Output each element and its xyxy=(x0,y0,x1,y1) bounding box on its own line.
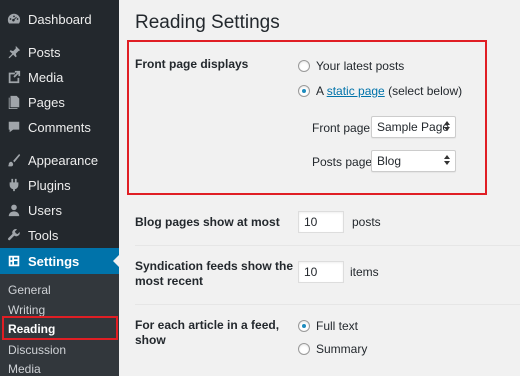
brush-icon xyxy=(6,152,22,168)
sidebar-item-appearance[interactable]: Appearance xyxy=(0,149,119,171)
static-prefix: A xyxy=(316,84,324,98)
section-divider xyxy=(135,304,520,305)
sidebar-item-label: Pages xyxy=(28,94,65,110)
submenu-item-discussion[interactable]: Discussion xyxy=(8,343,66,357)
pin-icon xyxy=(6,44,22,60)
syndication-input[interactable]: 10 xyxy=(298,261,344,283)
radio-summary[interactable] xyxy=(298,343,310,355)
feed-article-label-line1: For each article in a feed, xyxy=(135,318,280,332)
media-icon xyxy=(6,69,22,85)
sidebar-item-settings[interactable]: Settings xyxy=(0,248,119,274)
sidebar-item-label: Plugins xyxy=(28,177,71,193)
select-arrows-icon xyxy=(444,155,450,165)
radio-summary-label[interactable]: Summary xyxy=(316,342,367,356)
submenu-item-writing[interactable]: Writing xyxy=(8,303,45,317)
posts-page-select-label: Posts page: xyxy=(312,155,376,169)
radio-static-page-label[interactable]: A static page (select below) xyxy=(316,84,462,98)
blog-pages-suffix: posts xyxy=(352,215,381,229)
radio-latest-posts-label[interactable]: Your latest posts xyxy=(316,59,404,73)
sidebar-item-label: Appearance xyxy=(28,152,99,168)
front-page-select[interactable]: Sample Page xyxy=(371,116,456,138)
blog-pages-input[interactable]: 10 xyxy=(298,211,344,233)
sidebar-item-plugins[interactable]: Plugins xyxy=(0,174,119,196)
sidebar-item-tools[interactable]: Tools xyxy=(0,224,119,246)
blog-pages-label: Blog pages show at most xyxy=(135,215,280,229)
posts-page-select[interactable]: Blog xyxy=(371,150,456,172)
submenu-item-general[interactable]: General xyxy=(8,283,51,297)
sidebar-item-label: Settings xyxy=(28,253,80,269)
sidebar-item-label: Dashboard xyxy=(28,11,92,27)
syndication-label-line2: most recent xyxy=(135,274,204,288)
page-title: Reading Settings xyxy=(135,12,280,33)
wrench-icon xyxy=(6,227,22,243)
plugin-icon xyxy=(6,177,22,193)
sidebar-item-label: Tools xyxy=(28,227,59,243)
sidebar-item-pages[interactable]: Pages xyxy=(0,91,119,113)
static-suffix: (select below) xyxy=(388,84,463,98)
syndication-label-line1: Syndication feeds show the xyxy=(135,259,294,273)
pages-icon xyxy=(6,94,22,110)
user-icon xyxy=(6,202,22,218)
admin-sidebar: Dashboard Posts Media Pages Comments App… xyxy=(0,0,119,376)
front-page-select-value: Sample Page xyxy=(377,120,450,134)
select-arrows-icon xyxy=(444,121,450,131)
sidebar-item-dashboard[interactable]: Dashboard xyxy=(0,8,119,30)
front-page-displays-label: Front page displays xyxy=(135,57,249,71)
syndication-suffix: items xyxy=(350,265,379,279)
feed-article-label-line2: show xyxy=(135,333,166,347)
sidebar-item-posts[interactable]: Posts xyxy=(0,41,119,63)
sidebar-item-label: Comments xyxy=(28,119,91,135)
radio-static-page[interactable] xyxy=(298,85,310,97)
section-divider xyxy=(135,245,520,246)
sidebar-item-label: Posts xyxy=(28,44,61,60)
reading-highlight-box xyxy=(2,316,118,340)
radio-full-text[interactable] xyxy=(298,320,310,332)
front-page-select-label: Front page: xyxy=(312,121,374,135)
comment-icon xyxy=(6,119,22,135)
dashboard-icon xyxy=(6,11,22,27)
static-page-link[interactable]: static page xyxy=(327,84,385,98)
sidebar-item-media[interactable]: Media xyxy=(0,66,119,88)
submenu-item-media[interactable]: Media xyxy=(8,362,41,376)
sidebar-item-label: Media xyxy=(28,69,64,85)
settings-icon xyxy=(6,253,22,269)
posts-page-select-value: Blog xyxy=(377,154,402,168)
sidebar-item-comments[interactable]: Comments xyxy=(0,116,119,138)
sidebar-item-label: Users xyxy=(28,202,62,218)
sidebar-item-users[interactable]: Users xyxy=(0,199,119,221)
radio-full-text-label[interactable]: Full text xyxy=(316,319,358,333)
radio-latest-posts[interactable] xyxy=(298,60,310,72)
